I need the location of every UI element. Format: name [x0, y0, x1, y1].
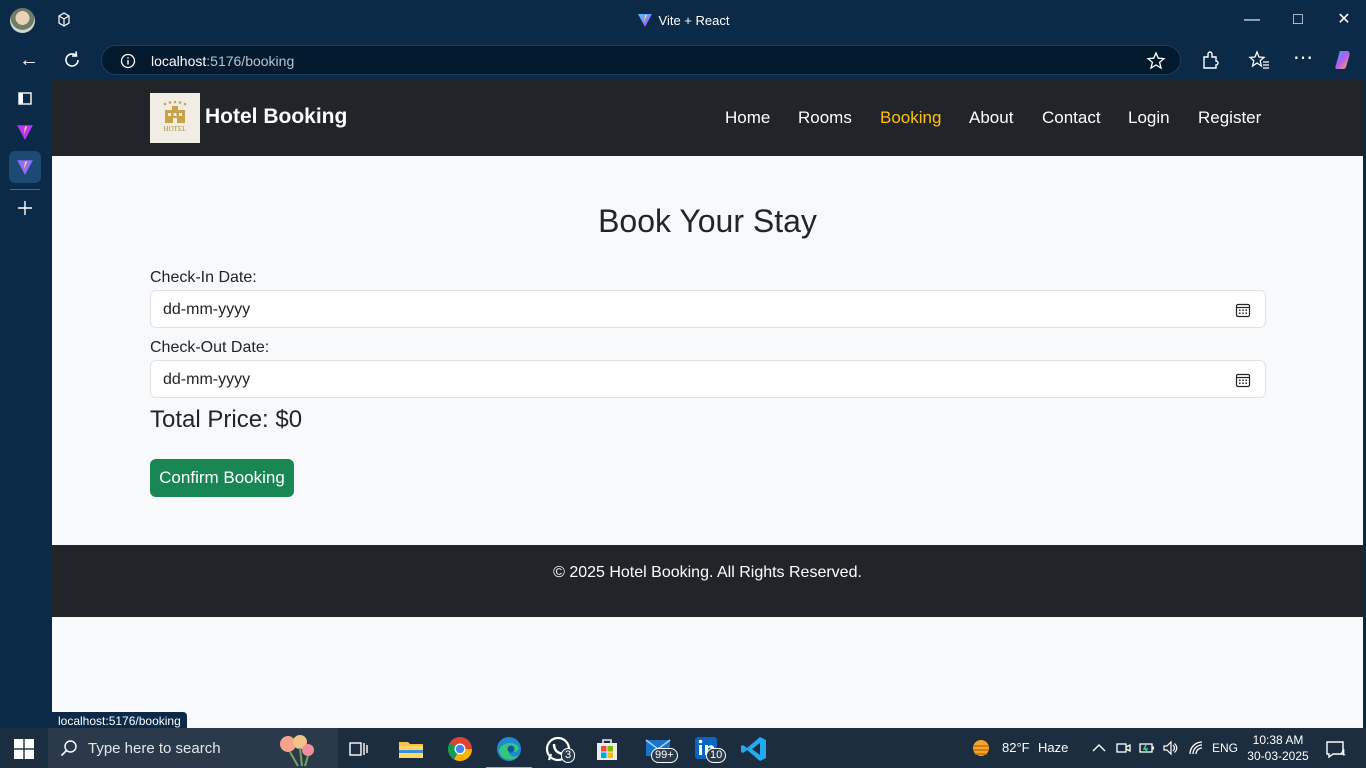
system-clock[interactable]: 10:38 AM 30-03-2025	[1238, 732, 1318, 764]
vite-tab-icon	[17, 125, 33, 140]
search-icon	[60, 740, 77, 757]
total-price: Total Price: $0	[150, 406, 303, 433]
nav-contact[interactable]: Contact	[1042, 108, 1101, 128]
copilot-icon[interactable]	[1333, 49, 1355, 71]
checkout-label: Check-Out Date:	[150, 339, 270, 356]
vite-tab-icon	[17, 160, 33, 175]
windows-taskbar: Type here to search 3 99+ 10 82°F Haze E…	[0, 728, 1366, 768]
linkedin-app[interactable]: 10	[692, 734, 727, 764]
browser-toolbar: ← localhost:5176/booking ⋯	[0, 40, 1366, 80]
copyright-text: © 2025 Hotel Booking. All Rights Reserve…	[553, 564, 862, 581]
page-title: Book Your Stay	[598, 203, 817, 239]
vscode-icon	[741, 737, 766, 761]
checkout-date-input[interactable]: dd-mm-yyyy	[150, 360, 1266, 398]
store-app[interactable]	[592, 734, 622, 764]
nav-booking[interactable]: Booking	[880, 108, 941, 128]
calendar-icon[interactable]	[1235, 372, 1251, 388]
search-placeholder: Type here to search	[88, 740, 221, 757]
checkin-label: Check-In Date:	[150, 269, 257, 286]
address-bar[interactable]: localhost:5176/booking	[101, 45, 1181, 75]
whatsapp-badge: 3	[561, 748, 576, 763]
linkedin-badge: 10	[706, 748, 727, 763]
browser-sidebar	[0, 80, 52, 728]
browser-title-bar: Vite + React — □ ✕	[0, 0, 1366, 40]
confirm-booking-button[interactable]: Confirm Booking	[150, 459, 294, 497]
checkin-date-input[interactable]: dd-mm-yyyy	[150, 290, 1266, 328]
windows-start-icon[interactable]	[14, 739, 34, 759]
store-icon	[597, 739, 617, 760]
refresh-icon[interactable]	[61, 49, 83, 71]
nav-register[interactable]: Register	[1198, 108, 1261, 128]
svg-text:HOTEL: HOTEL	[164, 125, 187, 133]
link-status-tooltip: localhost:5176/booking	[52, 712, 187, 728]
minimize-button[interactable]: —	[1240, 8, 1264, 32]
back-button[interactable]: ←	[17, 48, 41, 72]
close-button[interactable]: ✕	[1332, 8, 1356, 32]
site-info-icon[interactable]	[120, 53, 136, 69]
checkin-placeholder: dd-mm-yyyy	[163, 301, 251, 318]
notification-count: 4	[1340, 748, 1346, 759]
site-navbar: HOTEL Hotel Booking Home Rooms Booking A…	[52, 80, 1363, 156]
favorites-icon[interactable]	[1248, 49, 1270, 71]
favorite-star-icon[interactable]	[1146, 51, 1166, 71]
hotel-logo[interactable]: HOTEL	[150, 93, 200, 143]
mail-badge: 99+	[651, 748, 678, 763]
nav-rooms[interactable]: Rooms	[798, 108, 852, 128]
whatsapp-app[interactable]: 3	[543, 734, 576, 764]
network-icon[interactable]	[1188, 740, 1204, 756]
extensions-icon[interactable]	[1199, 49, 1221, 71]
meet-now-icon[interactable]	[1115, 740, 1131, 756]
vscode-app[interactable]	[739, 734, 769, 764]
language-indicator[interactable]: ENG	[1212, 741, 1238, 755]
tab-actions-button[interactable]	[9, 82, 41, 114]
nav-home[interactable]: Home	[725, 108, 770, 128]
battery-icon[interactable]	[1139, 740, 1155, 756]
taskbar-search[interactable]: Type here to search	[48, 728, 338, 768]
brand-name[interactable]: Hotel Booking	[205, 105, 347, 129]
chrome-icon	[447, 737, 472, 762]
edge-app[interactable]	[486, 734, 532, 768]
tab-actions-icon	[18, 92, 32, 105]
clock-date: 30-03-2025	[1247, 749, 1309, 763]
sidebar-divider	[10, 189, 40, 190]
new-tab-button[interactable]	[9, 192, 41, 224]
search-highlight-flowers-icon	[280, 735, 314, 767]
plus-icon	[18, 201, 32, 215]
weather-temp[interactable]: 82°F	[1002, 740, 1030, 755]
url-text[interactable]: localhost:5176/booking	[151, 53, 294, 69]
task-view-icon[interactable]	[345, 736, 371, 762]
mail-app[interactable]: 99+	[643, 734, 678, 764]
calendar-icon[interactable]	[1235, 302, 1251, 318]
nav-about[interactable]: About	[969, 108, 1013, 128]
checkout-placeholder: dd-mm-yyyy	[163, 371, 251, 388]
folder-icon	[399, 742, 423, 758]
volume-icon[interactable]	[1162, 740, 1178, 756]
weather-desc[interactable]: Haze	[1038, 740, 1068, 755]
show-hidden-icons-chevron-icon[interactable]	[1091, 740, 1107, 756]
nav-login[interactable]: Login	[1128, 108, 1170, 128]
weather-icon[interactable]	[970, 737, 992, 759]
vertical-tab-2[interactable]	[9, 151, 41, 183]
more-menu-button[interactable]: ⋯	[1291, 46, 1315, 70]
clock-time: 10:38 AM	[1252, 733, 1304, 747]
vite-logo-icon	[637, 14, 652, 27]
maximize-button[interactable]: □	[1286, 8, 1310, 32]
tab-title[interactable]: Vite + React	[0, 12, 1366, 28]
vertical-tab-1[interactable]	[9, 116, 41, 148]
edge-icon	[497, 737, 521, 761]
page-viewport: HOTEL Hotel Booking Home Rooms Booking A…	[52, 80, 1363, 728]
site-footer: © 2025 Hotel Booking. All Rights Reserve…	[52, 545, 1363, 617]
file-explorer-app[interactable]	[396, 734, 426, 764]
chrome-app[interactable]	[445, 734, 475, 764]
